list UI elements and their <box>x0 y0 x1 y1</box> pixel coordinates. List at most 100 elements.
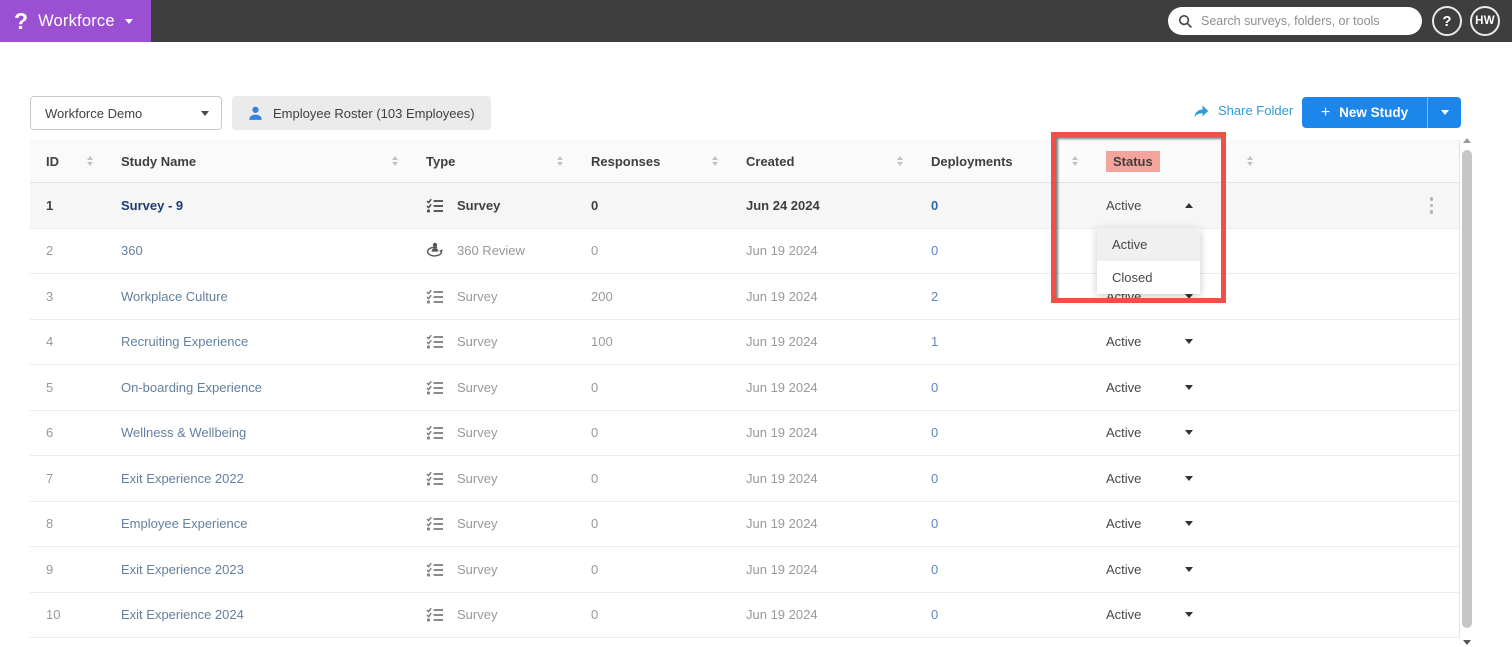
deployments-link-cell: 0 <box>915 562 1090 577</box>
study-name-link[interactable]: Recruiting Experience <box>121 334 248 349</box>
status-dropdown-trigger[interactable]: Active <box>1090 471 1265 486</box>
sort-icon[interactable] <box>1072 156 1078 166</box>
column-header-status[interactable]: Status <box>1090 140 1265 182</box>
responses-value: 0 <box>591 243 599 259</box>
deployments-link[interactable]: 0 <box>931 198 938 213</box>
deployments-link-cell: 0 <box>915 471 1090 486</box>
study-type-cell: Survey <box>410 516 575 531</box>
new-study-button[interactable]: + New Study <box>1302 97 1427 128</box>
study-id-cell: 4 <box>30 334 105 349</box>
sort-icon[interactable] <box>1247 156 1253 166</box>
created-date: Jun 19 2024 <box>746 379 818 395</box>
study-name-link[interactable]: Workplace Culture <box>121 289 228 304</box>
study-name-cell: Employee Experience <box>105 516 410 531</box>
survey-checklist-icon <box>426 516 443 531</box>
study-name-link[interactable]: Survey - 9 <box>121 198 183 213</box>
study-type-cell: Survey <box>410 334 575 349</box>
column-header-id[interactable]: ID <box>30 140 105 182</box>
deployments-link-cell: 1 <box>915 334 1090 349</box>
brand-menu[interactable]: ? Workforce <box>0 0 151 42</box>
study-name-link[interactable]: Employee Experience <box>121 516 247 531</box>
deployments-link-cell: 0 <box>915 425 1090 440</box>
column-header-deployments[interactable]: Deployments <box>915 140 1090 182</box>
status-dropdown-trigger[interactable]: Active <box>1090 425 1265 440</box>
status-dropdown-trigger[interactable]: Active <box>1090 562 1265 577</box>
row-menu-kebab-icon[interactable] <box>1426 193 1438 218</box>
study-name-link[interactable]: Exit Experience 2023 <box>121 562 244 577</box>
status-dropdown-trigger[interactable]: Active <box>1090 607 1265 622</box>
status-dropdown-trigger[interactable]: Active <box>1090 516 1265 531</box>
study-name-link[interactable]: 360 <box>121 243 143 258</box>
deployments-link[interactable]: 0 <box>931 425 938 440</box>
study-name-link[interactable]: Exit Experience 2024 <box>121 607 244 622</box>
table-scrollbar[interactable] <box>1462 136 1472 647</box>
help-button[interactable]: ? <box>1432 6 1462 36</box>
scrollbar-thumb[interactable] <box>1462 150 1472 628</box>
deployments-link[interactable]: 0 <box>931 562 938 577</box>
status-value: Active <box>1106 379 1142 395</box>
study-type-label: 360 Review <box>457 243 525 259</box>
column-header-type[interactable]: Type <box>410 140 575 182</box>
plus-icon: + <box>1320 103 1331 121</box>
status-dropdown-trigger[interactable]: Active <box>1090 334 1265 349</box>
study-id: 8 <box>46 516 54 532</box>
row-actions-cell <box>1265 193 1459 218</box>
global-search[interactable] <box>1168 7 1422 35</box>
sort-icon[interactable] <box>392 156 398 166</box>
created-date-cell: Jun 19 2024 <box>730 334 915 349</box>
chevron-down-icon <box>1185 384 1193 390</box>
chevron-down-icon <box>124 18 133 24</box>
column-header-responses[interactable]: Responses <box>575 140 730 182</box>
deployments-link-cell: 0 <box>915 380 1090 395</box>
deployments-link[interactable]: 0 <box>931 380 938 395</box>
sort-icon[interactable] <box>557 156 563 166</box>
deployments-link[interactable]: 0 <box>931 607 938 622</box>
share-folder-label: Share Folder <box>1218 103 1294 118</box>
study-id-cell: 7 <box>30 471 105 486</box>
responses-value: 0 <box>591 197 599 213</box>
sort-icon[interactable] <box>87 156 93 166</box>
study-type-label: Survey <box>457 197 501 213</box>
chevron-down-icon <box>201 110 209 116</box>
study-type-label: Survey <box>457 288 498 304</box>
responses-value-cell: 0 <box>575 425 730 440</box>
status-option-active[interactable]: Active <box>1097 228 1200 261</box>
created-date-cell: Jun 19 2024 <box>730 471 915 486</box>
share-folder-button[interactable]: Share Folder <box>1193 103 1293 118</box>
study-type-cell: Survey <box>410 607 575 622</box>
deployments-link[interactable]: 0 <box>931 516 938 531</box>
study-name-link[interactable]: Wellness & Wellbeing <box>121 425 246 440</box>
search-input[interactable] <box>1201 14 1401 28</box>
study-name-cell: Exit Experience 2022 <box>105 471 410 486</box>
folder-select[interactable]: Workforce Demo <box>30 96 222 130</box>
status-option-closed[interactable]: Closed <box>1097 261 1200 294</box>
table-row: 1 Survey - 9 Survey 0 Jun 24 2024 0 Active <box>30 183 1459 229</box>
study-type-cell: Survey <box>410 198 575 213</box>
deployments-link[interactable]: 1 <box>931 334 938 349</box>
studies-table: ID Study Name Type Responses Created Deployme… <box>30 140 1460 638</box>
column-header-created[interactable]: Created <box>730 140 915 182</box>
study-id-cell: 10 <box>30 607 105 622</box>
study-id-cell: 5 <box>30 380 105 395</box>
study-id: 1 <box>46 197 54 213</box>
scroll-down-arrow-icon[interactable] <box>1463 640 1471 645</box>
table-body: 1 Survey - 9 Survey 0 Jun 24 2024 0 Active 2 360… <box>30 183 1459 638</box>
deployments-link[interactable]: 0 <box>931 243 938 258</box>
status-dropdown-trigger[interactable]: Active <box>1090 380 1265 395</box>
deployments-link[interactable]: 0 <box>931 471 938 486</box>
search-icon <box>1178 14 1193 28</box>
scroll-up-arrow-icon[interactable] <box>1463 138 1471 143</box>
table-header-row: ID Study Name Type Responses Created Deployme… <box>30 140 1459 183</box>
created-date-cell: Jun 19 2024 <box>730 243 915 258</box>
status-dropdown-trigger[interactable]: Active <box>1090 198 1265 213</box>
responses-value-cell: 0 <box>575 243 730 258</box>
study-name-link[interactable]: On-boarding Experience <box>121 380 262 395</box>
avatar[interactable]: HW <box>1470 6 1500 36</box>
column-header-study-name[interactable]: Study Name <box>105 140 410 182</box>
sort-icon[interactable] <box>897 156 903 166</box>
study-name-link[interactable]: Exit Experience 2022 <box>121 471 244 486</box>
sort-icon[interactable] <box>712 156 718 166</box>
deployments-link[interactable]: 2 <box>931 289 938 304</box>
new-study-dropdown-button[interactable] <box>1427 97 1461 128</box>
employee-roster-button[interactable]: Employee Roster (103 Employees) <box>232 96 491 130</box>
